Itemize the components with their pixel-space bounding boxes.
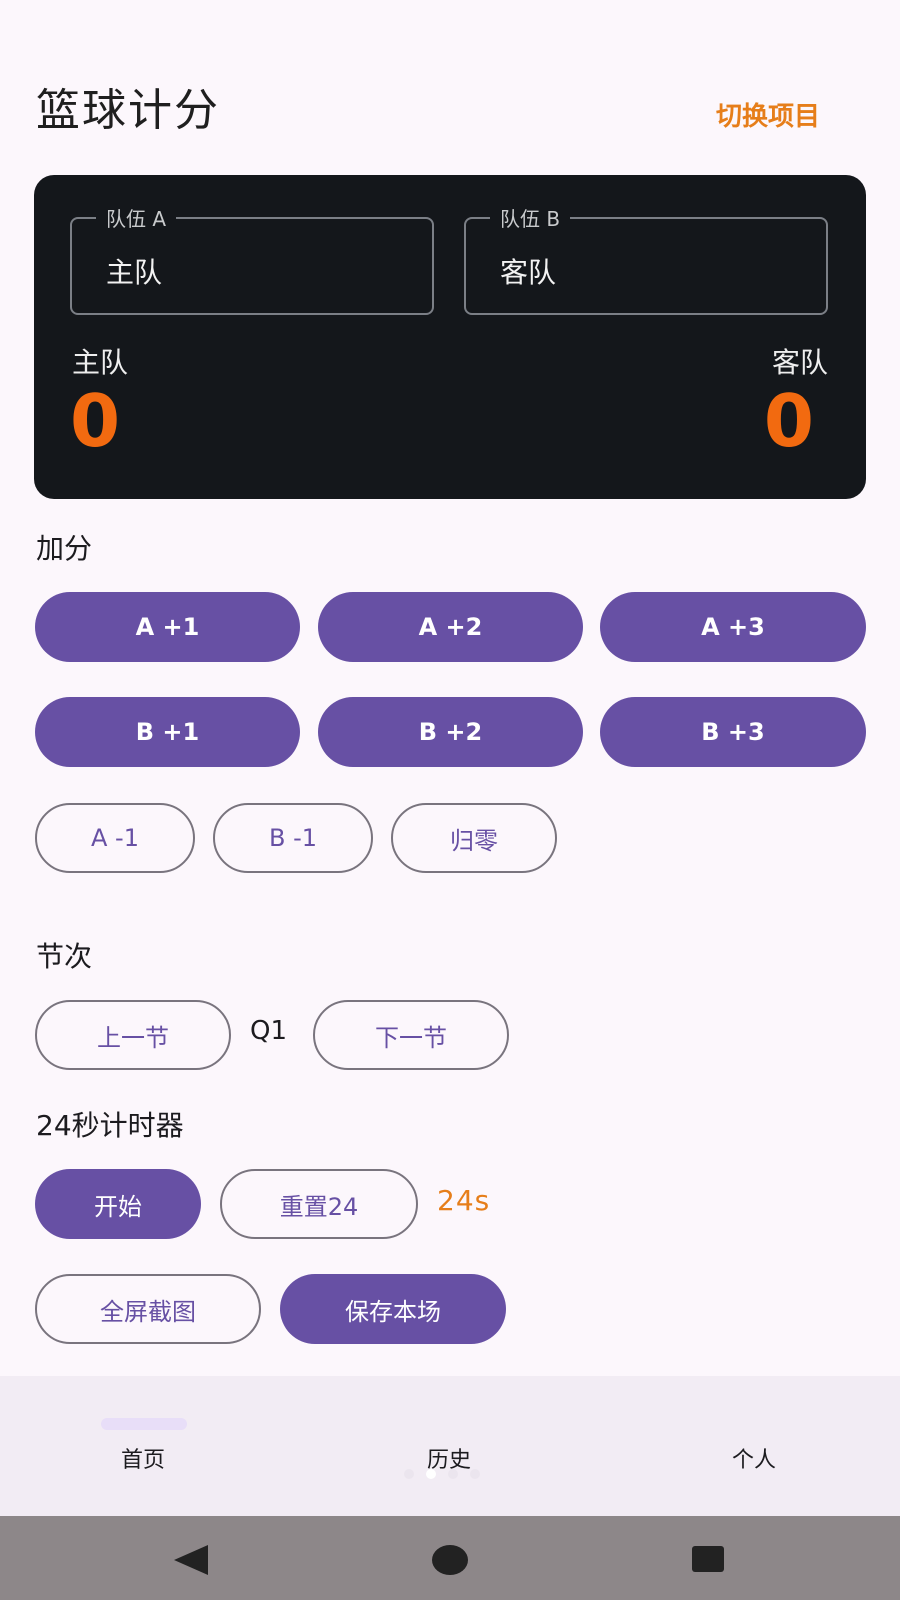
- team-b-field-value[interactable]: 客队: [500, 251, 556, 291]
- home-circle-icon[interactable]: [431, 1544, 469, 1580]
- team-b-input[interactable]: 队伍 B 客队: [464, 203, 828, 315]
- team-b-score: 0: [763, 379, 814, 463]
- reset-24-button[interactable]: 重置24: [220, 1169, 418, 1239]
- prev-quarter-button[interactable]: 上一节: [35, 1000, 231, 1070]
- switch-sport-button[interactable]: 切换项目: [716, 96, 820, 133]
- b-plus-3-button[interactable]: B +3: [600, 697, 866, 767]
- start-timer-button[interactable]: 开始: [35, 1169, 201, 1239]
- next-quarter-button[interactable]: 下一节: [313, 1000, 509, 1070]
- nav-profile[interactable]: 个人: [654, 1442, 854, 1474]
- a-minus-1-button[interactable]: A -1: [35, 803, 195, 873]
- status-bar: [0, 0, 900, 44]
- scoreboard-card: 队伍 A 主队 队伍 B 客队 主队 客队 0 0: [34, 175, 866, 499]
- team-b-name: 客队: [771, 346, 828, 379]
- team-b-field-label: 队伍 B: [490, 203, 571, 232]
- team-a-field-value[interactable]: 主队: [106, 251, 162, 291]
- recents-square-icon[interactable]: [691, 1545, 725, 1577]
- shot-clock-remaining: 24s: [437, 1184, 491, 1217]
- reset-score-button[interactable]: 归零: [391, 803, 557, 873]
- team-a-score: 0: [70, 379, 121, 463]
- back-triangle-icon[interactable]: [170, 1542, 210, 1582]
- fullscreen-screenshot-button[interactable]: 全屏截图: [35, 1274, 261, 1344]
- b-plus-1-button[interactable]: B +1: [35, 697, 300, 767]
- nav-home[interactable]: 首页: [43, 1442, 243, 1474]
- page-title: 篮球计分: [36, 85, 220, 136]
- save-game-button[interactable]: 保存本场: [280, 1274, 506, 1344]
- home-active-indicator: [101, 1418, 187, 1430]
- team-a-input[interactable]: 队伍 A 主队: [70, 203, 434, 315]
- system-navigation-bar: [0, 1516, 900, 1600]
- b-minus-1-button[interactable]: B -1: [213, 803, 373, 873]
- page-indicator: [398, 1464, 508, 1480]
- team-a-name: 主队: [72, 346, 129, 379]
- b-plus-2-button[interactable]: B +2: [318, 697, 583, 767]
- bottom-navigation: 首页 历史 个人: [0, 1376, 900, 1516]
- shot-clock-title: 24秒计时器: [36, 1109, 184, 1142]
- add-points-title: 加分: [36, 532, 93, 565]
- quarter-title: 节次: [36, 940, 93, 973]
- a-plus-1-button[interactable]: A +1: [35, 592, 300, 662]
- a-plus-3-button[interactable]: A +3: [600, 592, 866, 662]
- team-a-field-label: 队伍 A: [96, 203, 177, 232]
- a-plus-2-button[interactable]: A +2: [318, 592, 583, 662]
- current-quarter: Q1: [250, 1016, 288, 1046]
